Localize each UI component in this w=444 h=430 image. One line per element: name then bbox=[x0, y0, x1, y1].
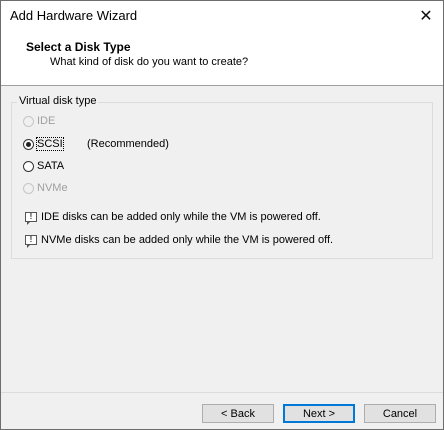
info-icon: ! bbox=[25, 212, 37, 225]
back-button[interactable]: < Back bbox=[202, 404, 274, 423]
next-button[interactable]: Next > bbox=[283, 404, 355, 423]
info-icon: ! bbox=[25, 235, 37, 248]
window-title: Add Hardware Wizard bbox=[10, 8, 138, 23]
radio-sata-option[interactable]: SATA bbox=[23, 160, 64, 172]
radio-scsi-option[interactable]: SCSI bbox=[23, 137, 64, 151]
radio-ide-option[interactable]: IDE bbox=[23, 115, 55, 127]
footer-divider bbox=[1, 392, 443, 393]
add-hardware-wizard-window: Add Hardware Wizard ✕ Select a Disk Type… bbox=[0, 0, 444, 430]
radio-ide-button[interactable] bbox=[23, 115, 34, 127]
radio-nvme-label: NVMe bbox=[37, 182, 68, 194]
scsi-recommended-note: (Recommended) bbox=[87, 138, 169, 150]
page-title: Select a Disk Type bbox=[26, 40, 131, 54]
page-subtitle: What kind of disk do you want to create? bbox=[50, 56, 249, 68]
radio-sata-button[interactable] bbox=[23, 160, 34, 172]
radio-scsi-label: SCSI bbox=[36, 137, 64, 151]
ide-note: ! IDE disks can be added only while the … bbox=[25, 211, 321, 225]
nvme-note-text: NVMe disks can be added only while the V… bbox=[41, 234, 334, 246]
radio-nvme-button[interactable] bbox=[23, 182, 34, 194]
radio-sata-label: SATA bbox=[37, 160, 65, 172]
radio-ide-label: IDE bbox=[37, 115, 56, 127]
radio-nvme-option[interactable]: NVMe bbox=[23, 182, 68, 194]
radio-scsi-button[interactable] bbox=[23, 138, 34, 150]
close-icon[interactable]: ✕ bbox=[409, 1, 443, 31]
nvme-note: ! NVMe disks can be added only while the… bbox=[25, 234, 334, 248]
title-bar[interactable]: Add Hardware Wizard ✕ bbox=[1, 1, 443, 31]
group-legend: Virtual disk type bbox=[17, 95, 99, 107]
ide-note-text: IDE disks can be added only while the VM… bbox=[41, 211, 321, 223]
cancel-button[interactable]: Cancel bbox=[364, 404, 436, 423]
wizard-header: Select a Disk Type What kind of disk do … bbox=[1, 31, 443, 86]
